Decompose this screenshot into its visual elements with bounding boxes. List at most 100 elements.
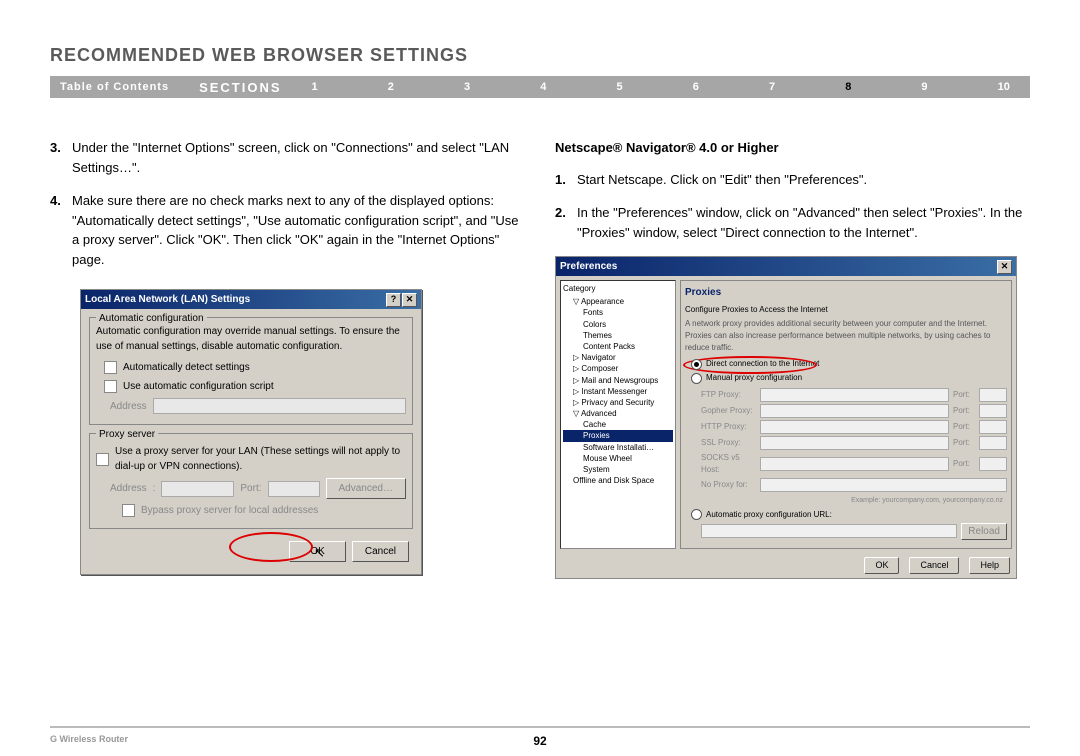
- group-title: Proxy server: [96, 427, 158, 442]
- radio-auto-proxy[interactable]: Automatic proxy configuration URL:: [691, 509, 1007, 521]
- proxy-row-ftp: FTP Proxy:Port:: [701, 388, 1007, 402]
- section-link-10[interactable]: 10: [998, 81, 1010, 93]
- tree-colors[interactable]: Colors: [563, 319, 673, 330]
- category-label: Category: [563, 283, 673, 294]
- proxy-address-input[interactable]: [161, 481, 234, 497]
- section-link-6[interactable]: 6: [693, 81, 699, 93]
- radio-label: Direct connection to the Internet: [706, 358, 819, 370]
- address-label: Address: [110, 399, 147, 414]
- port-input[interactable]: [979, 457, 1007, 471]
- proxy-row-socks: SOCKS v5 Host:Port:: [701, 452, 1007, 476]
- proxy-row-ssl: SSL Proxy:Port:: [701, 436, 1007, 450]
- proxy-input[interactable]: [760, 436, 949, 450]
- checkbox-auto-detect[interactable]: Automatically detect settings: [104, 360, 406, 375]
- tree-software[interactable]: Software Installati…: [563, 442, 673, 453]
- category-tree[interactable]: Category ▽ Appearance Fonts Colors Theme…: [560, 280, 676, 549]
- checkbox-icon[interactable]: [96, 453, 109, 466]
- cursor-icon: ↖: [314, 543, 325, 563]
- port-input[interactable]: [979, 388, 1007, 402]
- section-link-5[interactable]: 5: [616, 81, 622, 93]
- radio-icon[interactable]: [691, 359, 702, 370]
- tree-advanced[interactable]: ▽ Advanced: [563, 408, 673, 419]
- checkbox-bypass-local[interactable]: Bypass proxy server for local addresses: [122, 503, 406, 518]
- tree-themes[interactable]: Themes: [563, 330, 673, 341]
- proxy-row-gopher: Gopher Proxy:Port:: [701, 404, 1007, 418]
- address-label: Address: [110, 481, 147, 496]
- dialog-title: Local Area Network (LAN) Settings: [85, 292, 250, 307]
- port-input[interactable]: [979, 436, 1007, 450]
- checkbox-label: Automatically detect settings: [123, 360, 250, 375]
- proxy-address-row: Address: Port: Advanced…: [110, 478, 406, 499]
- help-icon[interactable]: ?: [386, 293, 401, 307]
- section-link-7[interactable]: 7: [769, 81, 775, 93]
- checkbox-label: Use automatic configuration script: [123, 379, 274, 394]
- tree-mail[interactable]: ▷ Mail and Newsgroups: [563, 375, 673, 386]
- toc-link[interactable]: Table of Contents: [60, 81, 169, 93]
- tree-im[interactable]: ▷ Instant Messenger: [563, 386, 673, 397]
- section-link-8[interactable]: 8: [845, 81, 851, 93]
- radio-icon[interactable]: [691, 373, 702, 384]
- product-name: G Wireless Router: [50, 734, 128, 744]
- step-text: Under the "Internet Options" screen, cli…: [72, 138, 525, 177]
- proxy-input[interactable]: [760, 404, 949, 418]
- auto-config-group: Automatic configuration Automatic config…: [89, 317, 413, 425]
- step-3: 3. Under the "Internet Options" screen, …: [50, 138, 525, 177]
- step-number: 3.: [50, 138, 72, 177]
- tree-mouse[interactable]: Mouse Wheel: [563, 453, 673, 464]
- close-icon[interactable]: ✕: [402, 293, 417, 307]
- port-input[interactable]: [979, 404, 1007, 418]
- address-row: Address: [110, 398, 406, 414]
- radio-icon[interactable]: [691, 509, 702, 520]
- section-link-9[interactable]: 9: [921, 81, 927, 93]
- proxy-input[interactable]: [760, 420, 949, 434]
- help-button[interactable]: Help: [969, 557, 1010, 575]
- tree-privacy[interactable]: ▷ Privacy and Security: [563, 397, 673, 408]
- radio-direct-connection[interactable]: Direct connection to the Internet: [691, 358, 1007, 370]
- section-link-4[interactable]: 4: [540, 81, 546, 93]
- tree-system[interactable]: System: [563, 464, 673, 475]
- port-label: Port:: [240, 481, 261, 496]
- checkbox-icon[interactable]: [122, 504, 135, 517]
- page-footer: G Wireless Router 92: [50, 726, 1030, 744]
- close-icon[interactable]: ✕: [997, 260, 1012, 274]
- group-title: Automatic configuration: [96, 311, 207, 326]
- auto-url-input[interactable]: [701, 524, 957, 538]
- advanced-button[interactable]: Advanced…: [326, 478, 406, 499]
- tree-content-packs[interactable]: Content Packs: [563, 341, 673, 352]
- cancel-button[interactable]: Cancel: [352, 541, 409, 562]
- tree-fonts[interactable]: Fonts: [563, 307, 673, 318]
- example-text: Example: yourcompany.com, yourcompany.co…: [685, 496, 1007, 507]
- proxy-port-input[interactable]: [268, 481, 320, 497]
- checkbox-icon[interactable]: [104, 361, 117, 374]
- tree-appearance[interactable]: ▽ Appearance: [563, 296, 673, 307]
- tree-proxies[interactable]: Proxies: [563, 430, 673, 441]
- section-navbar: Table of Contents SECTIONS 1 2 3 4 5 6 7…: [50, 76, 1030, 98]
- tree-navigator[interactable]: ▷ Navigator: [563, 352, 673, 363]
- port-input[interactable]: [979, 420, 1007, 434]
- dialog-title: Preferences: [560, 259, 617, 274]
- reload-button[interactable]: Reload: [961, 523, 1007, 540]
- checkbox-icon[interactable]: [104, 380, 117, 393]
- page-title: RECOMMENDED WEB BROWSER SETTINGS: [50, 45, 1030, 66]
- dialog-titlebar: Local Area Network (LAN) Settings ? ✕: [81, 290, 421, 309]
- address-input[interactable]: [153, 398, 406, 414]
- tree-offline[interactable]: Offline and Disk Space: [563, 475, 673, 486]
- section-link-1[interactable]: 1: [312, 81, 318, 93]
- step-1: 1. Start Netscape. Click on "Edit" then …: [555, 170, 1030, 190]
- proxy-input[interactable]: [760, 457, 949, 471]
- group-desc: Automatic configuration may override man…: [96, 324, 406, 354]
- noproxy-input[interactable]: [760, 478, 1007, 492]
- radio-label: Automatic proxy configuration URL:: [706, 509, 832, 521]
- radio-manual-proxy[interactable]: Manual proxy configuration: [691, 372, 1007, 384]
- checkbox-auto-script[interactable]: Use automatic configuration script: [104, 379, 406, 394]
- section-link-3[interactable]: 3: [464, 81, 470, 93]
- proxy-input[interactable]: [760, 388, 949, 402]
- tree-cache[interactable]: Cache: [563, 419, 673, 430]
- step-number: 2.: [555, 203, 577, 242]
- sections-label: SECTIONS: [199, 80, 281, 95]
- section-link-2[interactable]: 2: [388, 81, 394, 93]
- ok-button[interactable]: OK: [864, 557, 899, 575]
- cancel-button[interactable]: Cancel: [909, 557, 959, 575]
- tree-composer[interactable]: ▷ Composer: [563, 363, 673, 374]
- checkbox-use-proxy[interactable]: Use a proxy server for your LAN (These s…: [96, 444, 406, 474]
